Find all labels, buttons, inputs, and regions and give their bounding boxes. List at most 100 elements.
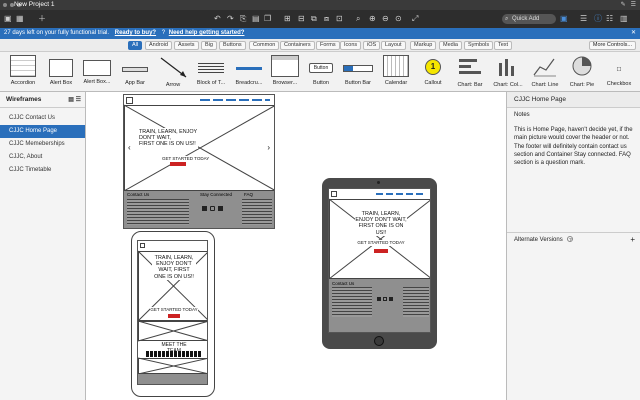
account-icon[interactable]: ☰ [631, 1, 636, 8]
sidebar-toggle-icon[interactable]: ▣ [4, 14, 12, 24]
lib-chart-bar[interactable]: Chart: Bar [451, 55, 489, 91]
mobile-logo [140, 243, 145, 248]
zoom-icon[interactable]: ⌕ [356, 14, 360, 24]
category-media[interactable]: Media [439, 41, 462, 50]
tablet-logo [331, 191, 337, 197]
add-version-icon[interactable]: + [630, 233, 635, 247]
category-big[interactable]: Big [201, 41, 217, 50]
group-icon[interactable]: ⊞ [284, 14, 291, 24]
notes-text[interactable]: This is Home Page, haven't decide yet, i… [507, 122, 640, 171]
accordion-icon [10, 55, 36, 77]
fullscreen-icon[interactable]: ⤢ [412, 14, 418, 24]
toggle-panel-icon[interactable]: ▣ [560, 14, 568, 24]
main-toolbar: ▣ ▦ ＋ ↶ ↷ ⎘ ▤ ❐ ⊞ ⊟ ⧉ ⧈ ⊡ ⌕ ⊕ ⊖ ⊙ ⤢ ⌕ Qui… [0, 10, 640, 28]
lib-browser[interactable]: Browser... [266, 55, 304, 91]
lib-button-bar[interactable]: Button Bar [339, 55, 377, 91]
category-containers[interactable]: Containers [280, 41, 315, 50]
mobile-footer [138, 374, 207, 384]
quick-add-input[interactable]: ⌕ Quick Add [502, 14, 556, 24]
lib-chart-column[interactable]: Chart: Col... [489, 55, 527, 91]
lib-checkbox[interactable]: ☐ Checkbox [600, 55, 638, 91]
sidebar-item-home-page[interactable]: CJJC Home Page [0, 125, 85, 138]
redo-icon[interactable]: ↷ [227, 14, 234, 24]
lib-app-bar[interactable]: App Bar [116, 55, 154, 91]
lock-icon[interactable]: ⊡ [336, 14, 343, 24]
help-icon[interactable]: ? [567, 236, 574, 242]
add-icon[interactable]: ＋ [38, 14, 46, 24]
help-link[interactable]: Need help getting started? [169, 30, 245, 36]
category-android[interactable]: Android [145, 41, 172, 50]
app-bar-icon [122, 67, 148, 72]
lib-breadcrumbs[interactable]: Breadcru... [230, 55, 268, 91]
search-icon: ⌕ [505, 16, 509, 22]
category-buttons[interactable]: Buttons [219, 41, 246, 50]
mobile-hero-text: TRAIN, LEARN, ENJOY DON'T WAIT, FIRST ON… [152, 255, 196, 280]
zoom-out-icon[interactable]: ⊖ [382, 14, 389, 24]
sidebar-item-memberships[interactable]: CJJC Memeberships [0, 138, 85, 151]
alert-box-icon [49, 59, 73, 77]
category-all[interactable]: All [128, 41, 143, 50]
category-forms[interactable]: Forms [316, 41, 340, 50]
hero-text: TRAIN, LEARN, ENJOY DON'T WAIT, FIRST ON… [138, 128, 199, 149]
category-symbols[interactable]: Symbols [464, 41, 494, 50]
tablet-cta-button [374, 249, 388, 253]
line-chart-icon [533, 58, 556, 77]
carousel-prev-icon: ‹ [128, 143, 131, 152]
window-title-bar: New Project 1 ✎ ☰ [0, 0, 640, 10]
team-scribble [146, 351, 201, 357]
lib-callout[interactable]: 1 Callout [414, 55, 452, 91]
tablet-cta-label: GET STARTED TODAY [357, 240, 405, 247]
close-window-dot[interactable] [3, 3, 7, 7]
facebook-icon [389, 297, 393, 301]
category-bar: All Android Assets Big Buttons Common Co… [0, 39, 640, 52]
copy-icon[interactable]: ⎘ [240, 14, 246, 24]
tablet-wireframe[interactable]: TRAIN, LEARN, ENJOY DON'T WAIT, FIRST ON… [328, 188, 431, 333]
list-icon[interactable]: ☷ [606, 14, 613, 24]
bring-front-icon[interactable]: ⧉ [311, 14, 317, 24]
ungroup-icon[interactable]: ⊟ [298, 14, 305, 24]
tablet-hero-text: TRAIN, LEARN, ENJOY DON'T WAIT, FIRST ON… [355, 211, 407, 236]
duplicate-icon[interactable]: ❐ [264, 14, 271, 24]
tablet-nav-links [376, 193, 426, 195]
mobile-wireframe[interactable]: TRAIN, LEARN, ENJOY DON'T WAIT, FIRST ON… [137, 240, 208, 385]
grid-view-icon[interactable]: ▦ [16, 14, 24, 24]
info-icon[interactable]: ⓘ [594, 14, 602, 24]
sidebar-item-timetable[interactable]: CJJC Timetable [0, 164, 85, 177]
edit-icon[interactable]: ✎ [621, 1, 626, 8]
lib-accordion[interactable]: Accordion [4, 55, 42, 91]
lib-chart-line[interactable]: Chart: Line [526, 55, 564, 91]
tablet-frame[interactable]: TRAIN, LEARN, ENJOY DON'T WAIT, FIRST ON… [322, 178, 437, 349]
lib-arrow[interactable]: Arrow [154, 55, 192, 91]
category-assets[interactable]: Assets [174, 41, 199, 50]
category-text[interactable]: Text [494, 41, 513, 50]
zoom-in-icon[interactable]: ⊕ [369, 14, 376, 24]
list-view-icon[interactable]: ▤ ☰ [68, 92, 81, 108]
tablet-footer-text [332, 287, 372, 317]
category-layout[interactable]: Layout [381, 41, 406, 50]
undo-icon[interactable]: ↶ [214, 14, 221, 24]
close-icon[interactable]: ✕ [631, 28, 636, 39]
lib-alert-box[interactable]: Alert Box [42, 55, 80, 91]
phone-frame[interactable]: TRAIN, LEARN, ENJOY DON'T WAIT, FIRST ON… [131, 231, 215, 397]
lib-chart-pie[interactable]: Chart: Pie [563, 55, 601, 91]
category-icons[interactable]: Icons [340, 41, 362, 50]
ready-to-buy-link[interactable]: Ready to buy? [115, 30, 156, 36]
markup-icon[interactable]: ☰ [580, 14, 587, 24]
lib-calendar[interactable]: Calendar [377, 55, 415, 91]
category-common[interactable]: Common [249, 41, 280, 50]
zoom-fit-icon[interactable]: ⊙ [395, 14, 402, 24]
sidebar-item-about[interactable]: CJJC, About [0, 151, 85, 164]
lib-block-of-text[interactable]: Block of T... [192, 55, 230, 91]
lib-button[interactable]: Button Button [302, 55, 340, 91]
lib-alert-box-2[interactable]: Alert Box... [78, 55, 116, 91]
category-markup[interactable]: Markup [410, 41, 437, 50]
paste-icon[interactable]: ▤ [252, 14, 260, 24]
properties-panel: CJJC Home Page Notes This is Home Page, … [506, 92, 640, 400]
sidebar-item-contact-us[interactable]: CJJC Contact Us [0, 112, 85, 125]
desktop-wireframe[interactable]: ‹ › TRAIN, LEARN, ENJOY DON'T WAIT, FIRS… [123, 94, 275, 229]
more-controls-button[interactable]: More Controls... [588, 41, 636, 50]
canvas[interactable]: ‹ › TRAIN, LEARN, ENJOY DON'T WAIT, FIRS… [86, 92, 506, 400]
panel-right-icon[interactable]: ▥ [620, 14, 628, 24]
category-ios[interactable]: iOS [363, 41, 381, 50]
send-back-icon[interactable]: ⧈ [324, 14, 329, 24]
